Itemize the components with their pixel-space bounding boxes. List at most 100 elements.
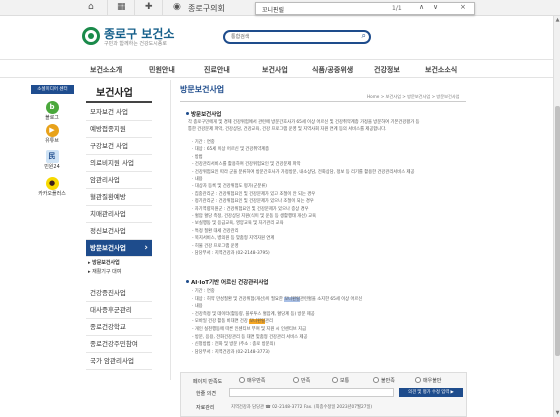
sidebar-title: 보건사업	[96, 88, 133, 99]
detail-line: · 대상 : 65세 이상 어르신 및 건강취약계층	[192, 147, 270, 153]
detail-text: - 모바일 건강 활동 비대면 건강	[192, 319, 250, 325]
minwon24-link[interactable]: 民 민원24	[30, 150, 74, 170]
hospital-icon[interactable]: ✚	[145, 2, 153, 12]
detail-line: - 대상자 등록 및 건강위험도 평가(군분류)	[192, 184, 267, 190]
sidebar-item[interactable]: 치매관리사업	[86, 206, 152, 223]
sidebar-item[interactable]: 혈관질환예방	[86, 189, 152, 206]
detail-text: - 건강측정 및 데이터(활동량, 블루투스 혈압계, 혈당계 등) 방문 제공	[192, 311, 315, 317]
detail-line: · 대상 : 허약 만성질환 및 건강위험(개선)이 필요한 꼬니핀릴관련혈을 …	[192, 296, 362, 302]
youtube-icon: ▶	[45, 124, 59, 137]
detail-line: - 건강관리서비스를 활용하여 건강위험요인 및 건강문제 파악	[192, 162, 301, 168]
rating-option[interactable]: 매우만족	[239, 377, 265, 384]
home-icon[interactable]: ⌂	[88, 2, 94, 12]
social-media-banner[interactable]: 소셜미디어 센터	[31, 85, 74, 94]
blog-link[interactable]: b 블로그	[30, 101, 74, 121]
scrollbar-thumb[interactable]	[555, 106, 560, 356]
detail-text: · 기간 : 연중	[192, 289, 215, 294]
detail-text: - 개인 실천행동에 따른 인센티브 부여 및 지원 시 인센티브 지급	[192, 327, 307, 332]
detail-line: · 담당부서 : 지역건강과 (02-2148-3795)	[192, 251, 270, 256]
detail-text: · 신청방법 : 전화 및 방문 (주소 : 종로 방문의)	[192, 342, 276, 348]
detail-text: - 방문, 응용, 전화건강관리 등 대면 맞춤형 건강관리 서비스 제공	[192, 334, 308, 340]
detail-line: - 건강측정 및 데이터(활동량, 블루투스 혈압계, 혈당계 등) 방문 제공	[192, 311, 315, 317]
browser-top-bar: ⌂ ▦ ✚ ◉ 종로구의회 1/1 ∧ ∨ ×	[0, 0, 560, 16]
nav-item[interactable]: 보건소소식	[425, 65, 457, 75]
sidebar-item[interactable]: 구강보건 사업	[86, 138, 152, 155]
detail-line: · 집중관리군 : 건강위험요인 및 건강문제가 있고 조절이 안 되는 경우	[192, 191, 316, 197]
find-highlight: 꼬니핀릴	[284, 296, 301, 302]
detail-line: - 허물 건강 프로그램 운영	[192, 243, 239, 249]
intro-text: 통한 건강문제 파악, 건강상담, 건강교육, 건강 프로그램 운영 및 지역사…	[188, 127, 387, 132]
find-prev-button[interactable]: ∧	[419, 3, 424, 11]
building-icon[interactable]: ▦	[117, 2, 126, 12]
seal-icon[interactable]: ◉	[173, 2, 181, 12]
subitem-label: 재활기구 대여	[92, 269, 122, 275]
detail-line: · 자기역량지원군 : 건강위험요인 및 건강문제가 있으나 증상 경우	[192, 206, 309, 212]
scroll-up-arrow-icon[interactable]: ▲	[554, 16, 560, 24]
subitem-label: 방문보건사업	[92, 260, 120, 266]
detail-line: - 보실행동 및 응급교육, 영양교육 및 자기관리 교육	[192, 221, 284, 227]
rating-option[interactable]: 만족	[293, 377, 310, 384]
submit-feedback-button[interactable]: 의견 및 평가 수정 입력 ▶	[399, 388, 463, 397]
search-icon[interactable]: ⌕	[362, 31, 366, 41]
sidebar-item[interactable]: 예방접종지원	[86, 121, 152, 138]
detail-line: · 담당부서 : 지역건강과 (02-2148-3773)	[192, 349, 270, 355]
kakao-plus-link[interactable]: ● 카카오플러스	[30, 177, 74, 197]
detail-line: · 정기관리군 : 건강위험요인 및 건강문제가 있으나 조절이 되는 경우	[192, 199, 314, 205]
rating-option[interactable]: 불만족	[373, 377, 395, 384]
find-bar: 1/1 ∧ ∨ ×	[255, 2, 475, 15]
search-input[interactable]: 통합검색 ⌕	[223, 30, 371, 44]
nav-item[interactable]: 식품/공중위생	[312, 65, 353, 75]
section-heading: AI·IoT기반 어르신 건강관리사업	[186, 278, 268, 286]
kakao-label: 카카오플러스	[38, 191, 66, 197]
scroll-down-arrow-icon[interactable]: ▼	[554, 409, 560, 417]
nav-item[interactable]: 민원안내	[149, 65, 175, 75]
detail-line: · 기간 : 연중	[192, 140, 215, 145]
sidebar-item[interactable]: 대사증후군관리	[86, 302, 152, 319]
feedback-box: 페이지 만족도 매우만족 만족 보통 불만족 매우불만 한줄 의견 의견 및 평…	[180, 372, 467, 417]
detail-text: · 대상 : 허약 만성질환 및 건강위험(개선)이 필요한	[192, 296, 285, 302]
nav-item[interactable]: 진료안내	[204, 65, 230, 75]
sidebar-item[interactable]: 종로건강주민참여	[86, 336, 152, 353]
nav-item[interactable]: 보건소소개	[90, 65, 122, 75]
sidebar-item[interactable]: 암관리사업	[86, 172, 152, 189]
find-close-button[interactable]: ×	[460, 3, 466, 11]
sidebar-item[interactable]: 건강증진사업	[86, 285, 152, 302]
opinion-label: 한줄 의견	[196, 391, 216, 397]
sidebar-subitem[interactable]: ▸ 재활기구 대여	[88, 268, 121, 275]
opinion-input[interactable]	[229, 388, 394, 397]
sidebar-item-active[interactable]: 방문보건사업	[86, 240, 152, 257]
sidebar-item[interactable]: 의료비지원 사업	[86, 155, 152, 172]
detail-line: - 방문, 응용, 전화건강관리 등 대면 맞춤형 건강관리 서비스 제공	[192, 334, 307, 340]
find-input[interactable]	[262, 4, 377, 14]
detail-line: - 건강위험요인 따라 군을 분류하여 방문간호사가 가정방문, 내소상담, 전…	[192, 169, 415, 175]
sidebar-item[interactable]: 모자보건 사업	[86, 104, 152, 121]
sidebar-subitem[interactable]: ▸ 방문보건사업	[88, 259, 120, 266]
blog-label: 블로그	[45, 115, 59, 121]
nav-item[interactable]: 보건사업	[262, 65, 288, 75]
detail-text: 관리	[265, 319, 273, 325]
detail-text: · 내용	[192, 304, 203, 310]
sidebar-item[interactable]: 정신보건사업	[86, 223, 152, 240]
find-count: 1/1	[392, 5, 402, 12]
find-next-button[interactable]: ∨	[433, 3, 438, 11]
divider	[134, 0, 135, 16]
divider	[107, 0, 108, 16]
divider	[162, 0, 163, 16]
youtube-link[interactable]: ▶ 유튜브	[30, 124, 74, 144]
council-link[interactable]: 종로구의회	[188, 3, 225, 14]
rating-option[interactable]: 매우불만	[415, 377, 441, 384]
detail-line: · 신청방법 : 전화 및 방문 (주소 : 종로 방문의)	[192, 341, 275, 347]
rating-option[interactable]: 보통	[332, 377, 349, 384]
main-nav: 보건소소개 민원안내 진료안내 보건사업 식품/공중위생 건강정보 보건소소식	[0, 59, 560, 78]
sidebar-divider	[86, 101, 152, 103]
nav-item[interactable]: 건강정보	[374, 65, 400, 75]
minwon24-icon: 民	[45, 150, 59, 163]
detail-line: · 내용	[192, 177, 203, 182]
sidebar-item[interactable]: 종로건강학교	[86, 319, 152, 336]
breadcrumb[interactable]: Home > 보건사업 > 방문보건사업 > 방문보건사업	[367, 94, 460, 100]
detail-line: - 모바일 건강 활동 비대면 건강 꼬니핀릴관리	[192, 318, 273, 325]
scrollbar[interactable]: ▲ ▼	[553, 16, 560, 417]
sidebar-item[interactable]: 국가 암관리사업	[86, 353, 152, 370]
detail-line: · 내용	[192, 303, 203, 309]
detail-line: - 혈압 혈당 측정, 건강상담 지원(식이 및 운동 등 생활행태 개선) 교…	[192, 214, 317, 219]
